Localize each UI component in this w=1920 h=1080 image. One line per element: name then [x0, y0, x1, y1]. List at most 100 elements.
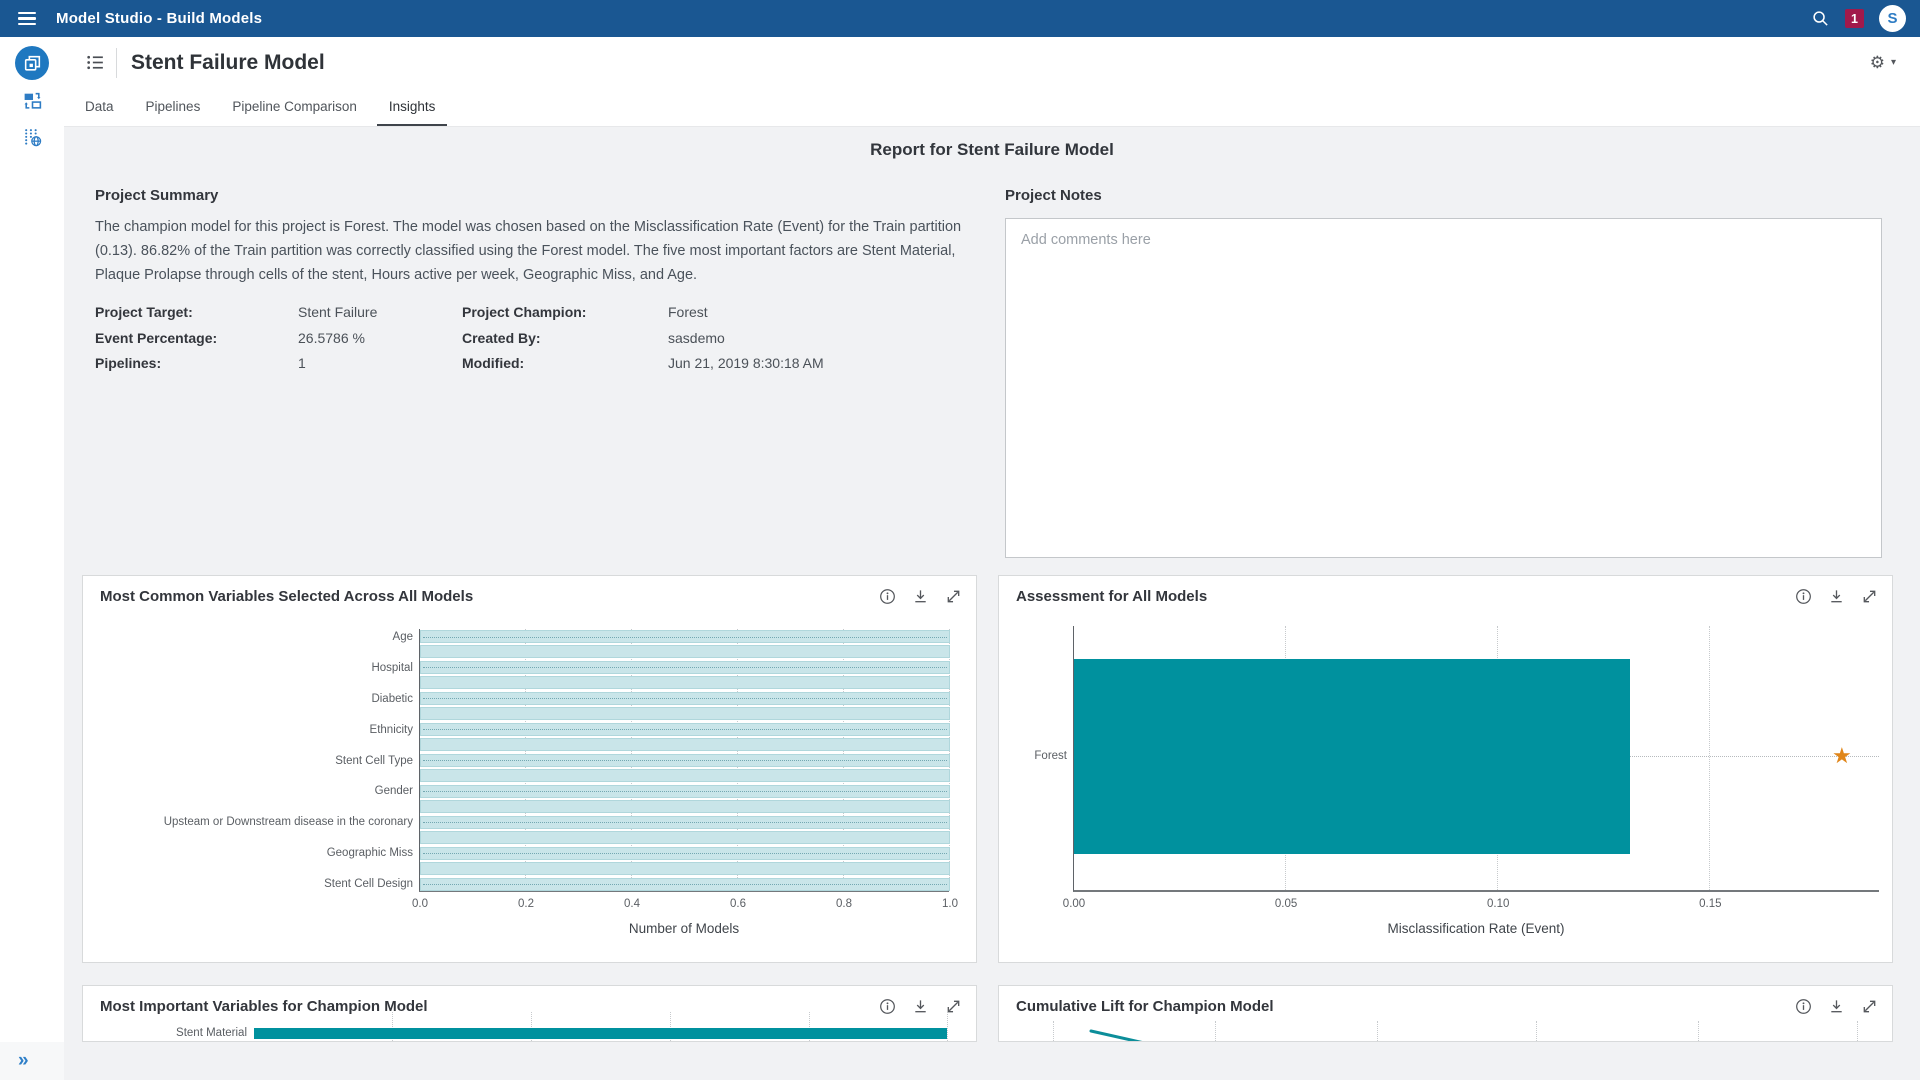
report-title: Report for Stent Failure Model	[64, 140, 1920, 160]
download-icon[interactable]	[912, 588, 929, 605]
tab-bar: Data Pipelines Pipeline Comparison Insig…	[64, 88, 1920, 127]
tab-pipelines[interactable]: Pipelines	[134, 88, 213, 126]
tab-pipeline-comparison[interactable]: Pipeline Comparison	[220, 88, 369, 126]
exchange-icon	[22, 90, 43, 111]
card-actions	[1779, 588, 1878, 605]
bar	[420, 738, 950, 751]
card-title: Cumulative Lift for Champion Model	[1016, 998, 1274, 1015]
bar-dotted-line	[423, 698, 947, 699]
card-actions	[863, 588, 962, 605]
card-assessment-all-models: Assessment for All Models 0.000.050.100.…	[998, 575, 1893, 963]
bar	[420, 723, 950, 736]
x-tick-label: 0.10	[1487, 898, 1509, 910]
bar-stent-material	[254, 1028, 947, 1039]
info-icon[interactable]	[1795, 588, 1812, 605]
gridline	[947, 1012, 948, 1042]
card-title: Assessment for All Models	[1016, 588, 1207, 605]
data-exchange-icon	[22, 127, 43, 148]
info-icon[interactable]	[879, 588, 896, 605]
bar	[420, 645, 950, 658]
field-value: Forest	[668, 304, 824, 320]
download-icon[interactable]	[1828, 998, 1845, 1015]
info-icon[interactable]	[1795, 998, 1812, 1015]
y-axis-label: Diabetic	[371, 693, 413, 705]
important-variables-chart: Stent Material	[254, 1020, 951, 1042]
card-header: Assessment for All Models	[999, 576, 1892, 616]
bar	[420, 816, 950, 829]
field-label: Project Target:	[95, 304, 298, 320]
info-icon[interactable]	[879, 998, 896, 1015]
menu-icon[interactable]	[18, 9, 42, 29]
bar-dotted-line	[423, 667, 947, 668]
sidebar: »	[0, 37, 64, 1080]
field-value: 1	[298, 355, 462, 371]
projects-icon	[22, 53, 43, 74]
gear-icon: ⚙	[1870, 54, 1885, 71]
x-tick-label: 0.0	[412, 898, 428, 910]
project-summary-fields: Project Target: Stent Failure Project Ch…	[95, 304, 824, 371]
y-axis-label: Stent Material	[176, 1027, 247, 1039]
bar-dotted-line	[423, 884, 947, 885]
card-most-important-variables: Most Important Variables for Champion Mo…	[82, 985, 977, 1042]
x-tick-label: 0.15	[1699, 898, 1721, 910]
sidebar-expand-button[interactable]: »	[0, 1042, 64, 1080]
gridline	[1857, 1021, 1858, 1042]
bar-dotted-line	[423, 760, 947, 761]
chevron-down-icon: ▾	[1891, 58, 1896, 68]
field-label: Project Champion:	[462, 304, 668, 320]
card-cumulative-lift: Cumulative Lift for Champion Model	[998, 985, 1893, 1042]
gridline	[1709, 626, 1710, 890]
card-title: Most Important Variables for Champion Mo…	[100, 998, 428, 1015]
bar	[420, 769, 950, 782]
card-most-common-variables: Most Common Variables Selected Across Al…	[82, 575, 977, 963]
x-tick-label: 0.00	[1063, 898, 1085, 910]
bar	[420, 847, 950, 860]
search-icon[interactable]	[1811, 9, 1830, 28]
topbar-actions: 1 S	[1811, 0, 1906, 37]
gridline	[1377, 1021, 1378, 1042]
gridline	[1698, 1021, 1699, 1042]
bar-dotted-line	[423, 853, 947, 854]
project-notes-input[interactable]	[1005, 218, 1882, 558]
x-tick-label: 0.8	[836, 898, 852, 910]
tab-insights[interactable]: Insights	[377, 88, 448, 126]
bar	[420, 630, 950, 643]
x-tick-label: 0.6	[730, 898, 746, 910]
insights-report: Report for Stent Failure Model Project S…	[64, 127, 1920, 1080]
user-avatar[interactable]: S	[1879, 5, 1906, 32]
x-axis-title: Misclassification Rate (Event)	[1073, 921, 1879, 936]
bar	[420, 878, 950, 891]
project-list-icon[interactable]	[85, 52, 106, 73]
bar-dotted-line	[423, 791, 947, 792]
card-header: Cumulative Lift for Champion Model	[999, 986, 1892, 1026]
bar	[420, 707, 950, 720]
x-tick-label: 0.05	[1275, 898, 1297, 910]
download-icon[interactable]	[1828, 588, 1845, 605]
assessment-chart: 0.000.050.100.15Forest★	[1073, 626, 1879, 892]
project-summary-heading: Project Summary	[95, 187, 218, 204]
expand-icon[interactable]	[1861, 998, 1878, 1015]
tab-data[interactable]: Data	[73, 88, 126, 126]
project-summary-text: The champion model for this project is F…	[95, 215, 969, 287]
card-header: Most Common Variables Selected Across Al…	[83, 576, 976, 616]
bar	[420, 831, 950, 844]
sidebar-item-data[interactable]	[15, 120, 49, 154]
bar-dotted-line	[423, 637, 947, 638]
x-tick-label: 0.4	[624, 898, 640, 910]
bar-dotted-line	[423, 822, 947, 823]
field-value: sasdemo	[668, 330, 824, 346]
notification-badge[interactable]: 1	[1845, 9, 1864, 28]
expand-icon[interactable]	[945, 588, 962, 605]
common-variables-chart: 0.00.20.40.60.81.0AgeHospitalDiabeticEth…	[419, 629, 949, 892]
sidebar-item-projects[interactable]	[15, 46, 49, 80]
bar	[420, 692, 950, 705]
bar	[420, 661, 950, 674]
settings-menu-button[interactable]: ⚙ ▾	[1870, 54, 1896, 71]
y-axis-label: Ethnicity	[370, 724, 413, 736]
card-actions	[1779, 998, 1878, 1015]
app-title: Model Studio - Build Models	[56, 10, 262, 27]
x-tick-label: 1.0	[942, 898, 958, 910]
expand-icon[interactable]	[1861, 588, 1878, 605]
download-icon[interactable]	[912, 998, 929, 1015]
sidebar-item-exchange[interactable]	[15, 83, 49, 117]
